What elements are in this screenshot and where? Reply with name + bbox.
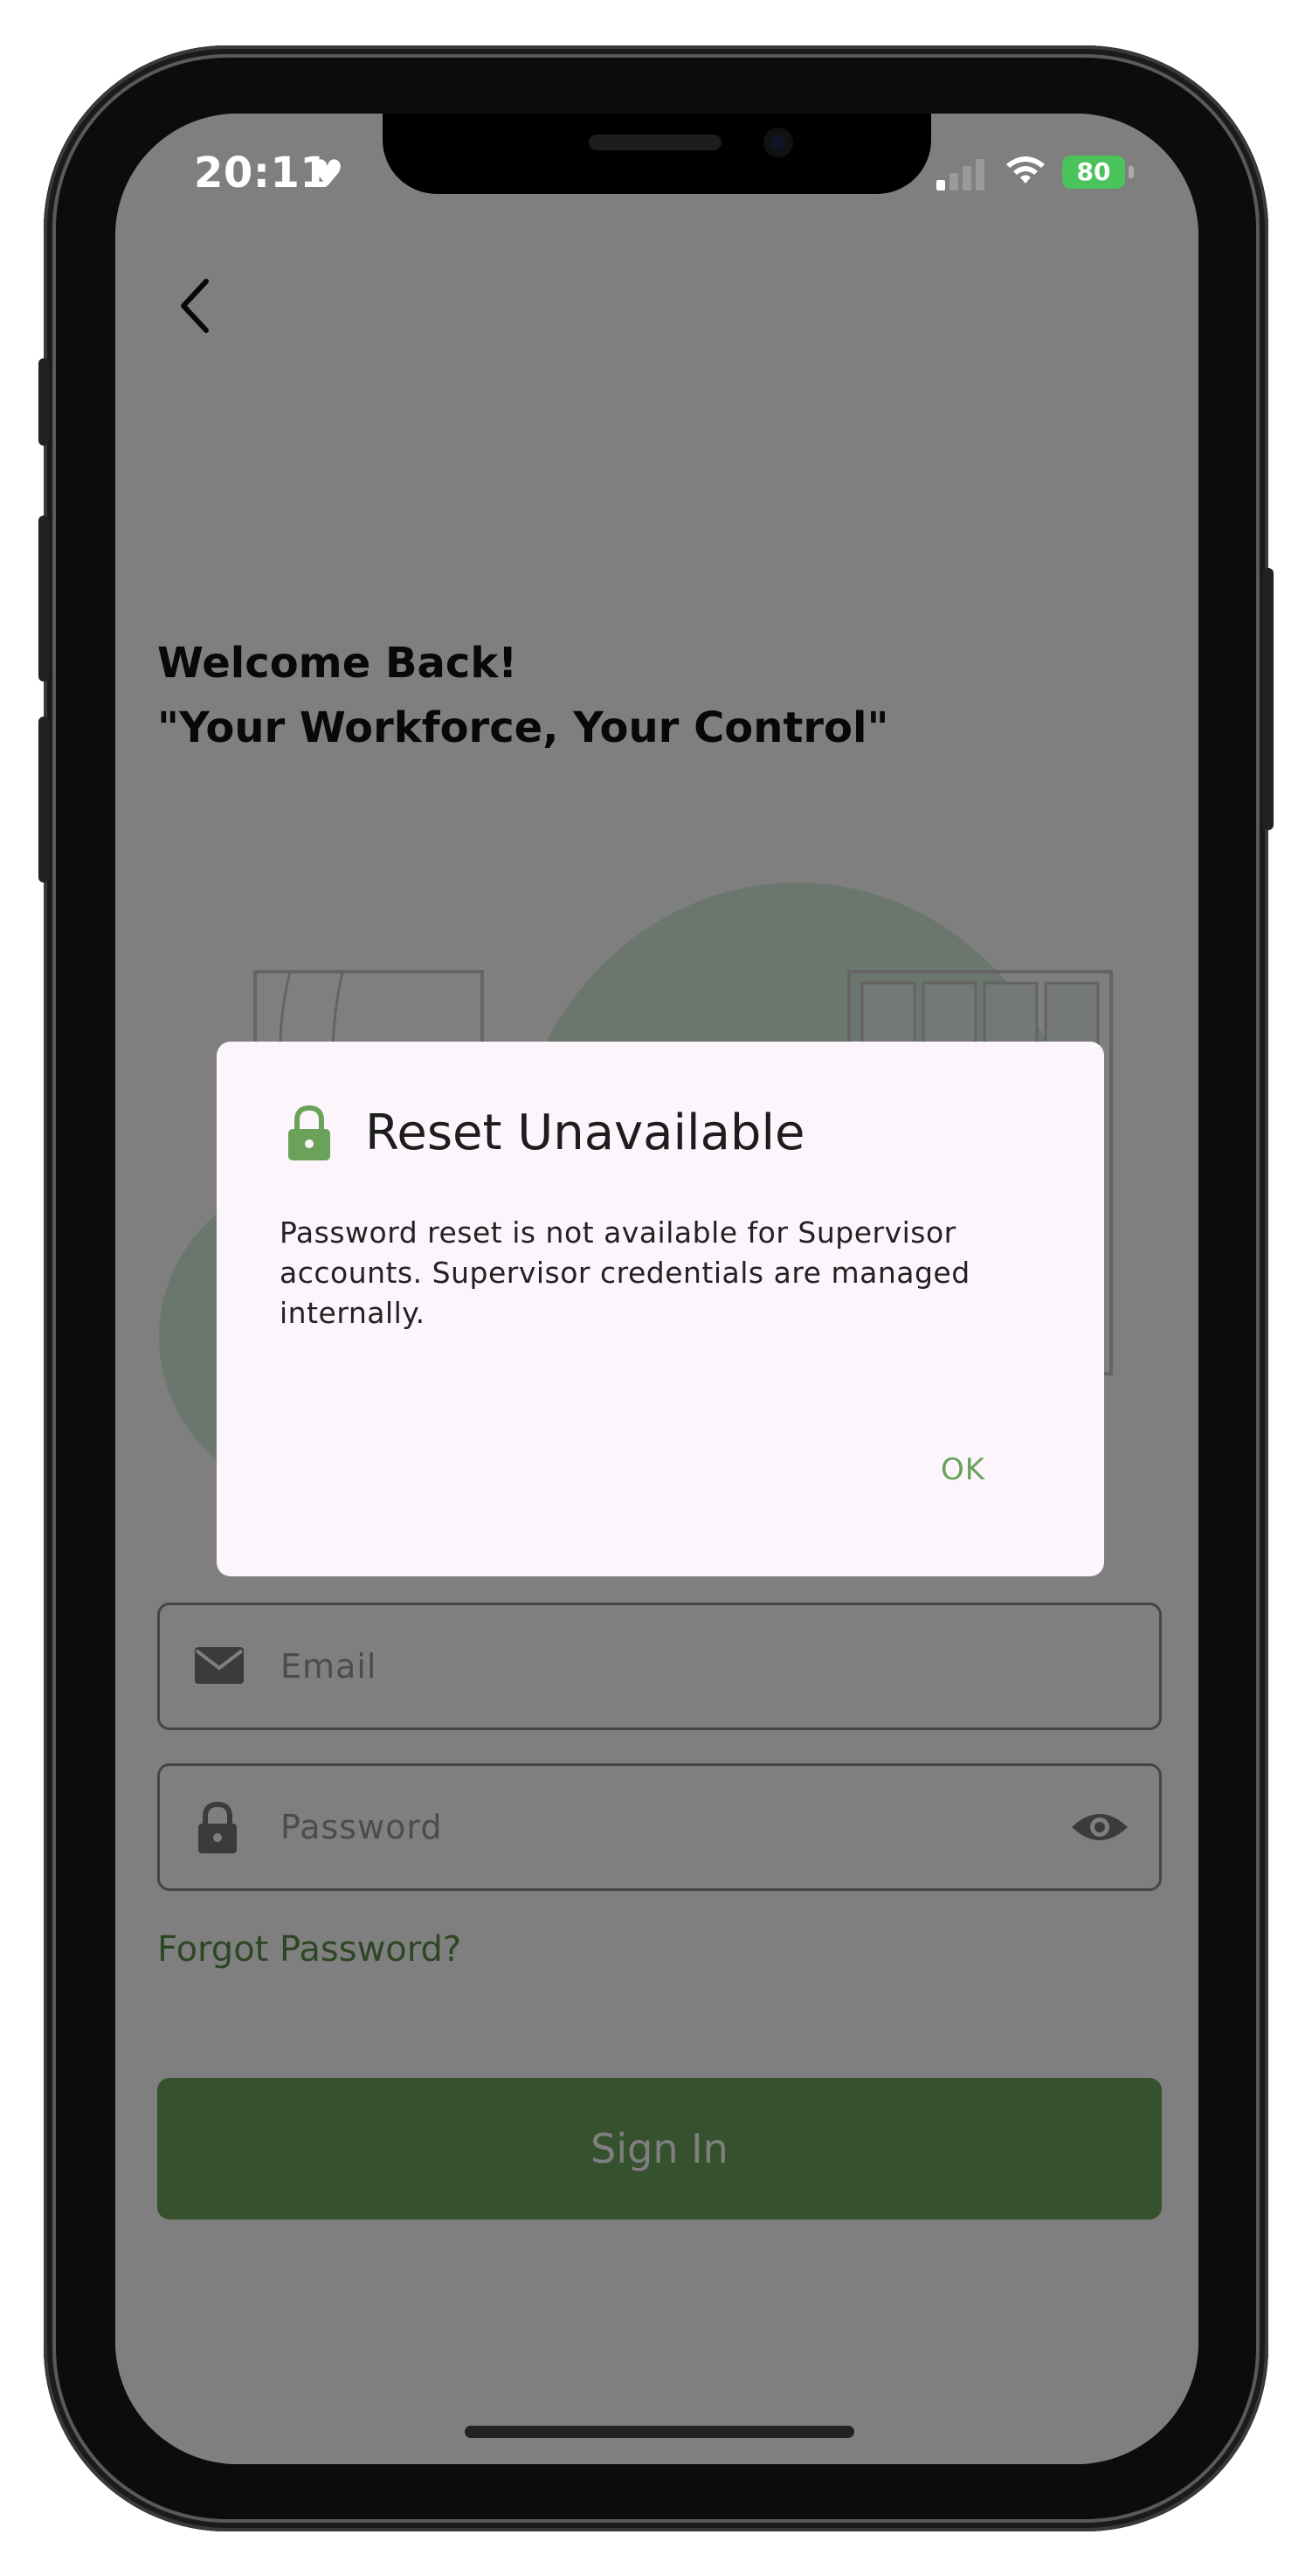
dialog-title: Reset Unavailable — [365, 1104, 805, 1161]
notch — [383, 114, 931, 194]
mute-switch — [38, 358, 49, 446]
volume-up-button — [38, 516, 49, 682]
home-indicator[interactable] — [465, 2426, 854, 2438]
dialog-message: Password reset is not available for Supe… — [280, 1215, 970, 1330]
front-camera — [763, 128, 793, 157]
ok-button[interactable]: OK — [941, 1452, 985, 1487]
volume-down-button — [38, 717, 49, 883]
reset-unavailable-dialog: Reset Unavailable Password reset is not … — [217, 1042, 1104, 1576]
heart-icon: ♥ — [311, 152, 344, 195]
status-time: 20:11 — [194, 149, 330, 197]
lock-icon — [288, 1104, 330, 1160]
battery-cap — [1129, 166, 1134, 178]
wifi-icon — [1006, 156, 1045, 184]
phone-screen: 20:11 ♥ 80​ Welcome Back! "Your Workforc… — [115, 114, 1198, 2464]
battery-icon: 80​ — [1062, 156, 1125, 189]
battery-level: 80 — [1076, 157, 1111, 186]
power-button — [1263, 568, 1274, 830]
signal-icon — [936, 159, 989, 190]
speaker — [589, 135, 722, 150]
